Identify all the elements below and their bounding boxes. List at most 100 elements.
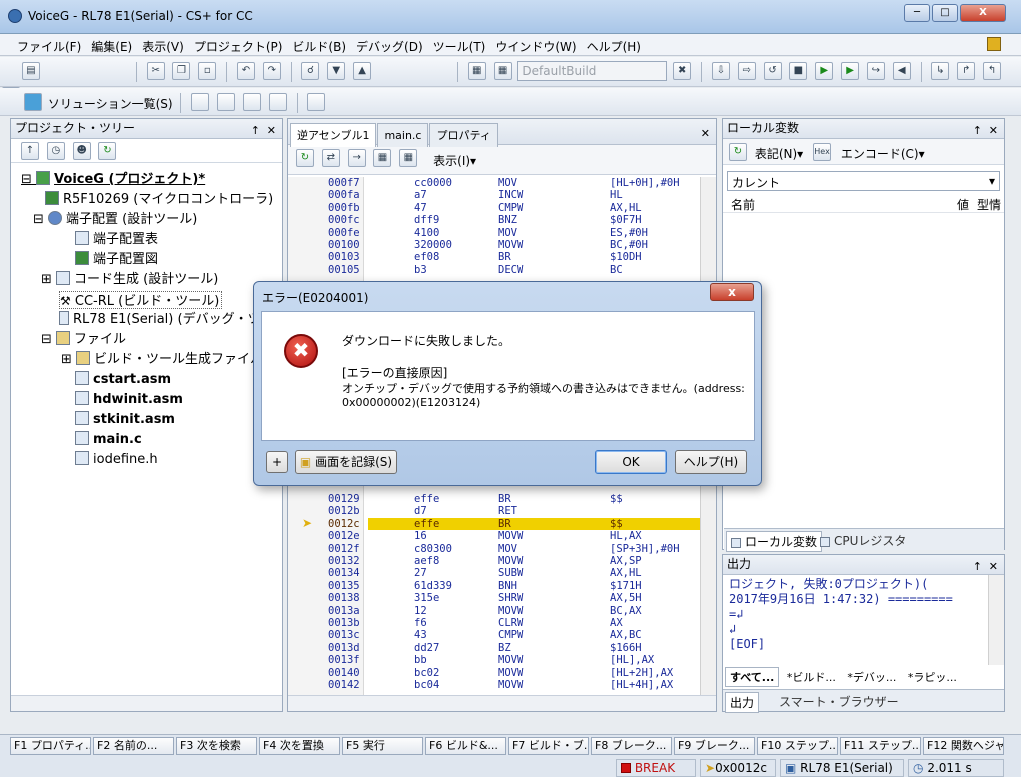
refresh-icon[interactable]: ↻ xyxy=(729,143,747,161)
asm-row[interactable]: 000fa a7 INCW HL xyxy=(288,189,700,201)
clock-icon[interactable]: ◷ xyxy=(46,142,65,160)
tab-output[interactable]: 出力 xyxy=(725,692,760,713)
tab-smart-browser[interactable]: スマート・ブラウザー xyxy=(775,692,903,711)
window3-icon[interactable] xyxy=(242,93,261,111)
menu-help[interactable]: ヘルプ(H) xyxy=(582,34,646,55)
sync-icon[interactable]: ⇄ xyxy=(321,149,340,167)
fkey-1[interactable]: F1 プロパティ... xyxy=(10,737,91,755)
asm-row[interactable]: 0013a 12 MOVW BC,AX xyxy=(288,605,700,617)
menu-debug[interactable]: デバッグ(D) xyxy=(351,34,428,55)
step-out-icon[interactable]: ↱ xyxy=(957,62,976,80)
tab-locals[interactable]: ローカル変数 xyxy=(726,531,823,552)
tree-file-stkinit[interactable]: stkinit.asm xyxy=(75,411,175,429)
tree-pin-diagram[interactable]: 端子配置図 xyxy=(75,251,158,269)
up-icon[interactable]: ↑ xyxy=(21,142,39,160)
tree-project[interactable]: ⊟ VoiceG (プロジェクト)* xyxy=(21,171,205,189)
fkey-4[interactable]: F4 次を置換 xyxy=(259,737,340,755)
tree-code-gen[interactable]: ⊞ コード生成 (設計ツール) xyxy=(41,271,218,289)
tree-file-cstart[interactable]: cstart.asm xyxy=(75,371,171,389)
cut-icon[interactable]: ✂ xyxy=(146,62,165,80)
asm-row[interactable]: 00100 320000 MOVW BC,#0H xyxy=(288,239,700,251)
asm-row[interactable]: 00129 effe BR $$ xyxy=(288,493,700,505)
solution-icon[interactable] xyxy=(24,93,42,111)
asm-row[interactable]: 00135 61d339 BNH $171H xyxy=(288,580,700,592)
step-back-icon[interactable]: ↰ xyxy=(983,62,1002,80)
asm-row[interactable]: 00103 ef08 BR $10DH xyxy=(288,251,700,263)
asm-row[interactable]: 00134 27 SUBW AX,HL xyxy=(288,567,700,579)
stop-icon[interactable]: ■ xyxy=(789,62,808,80)
asm-row[interactable]: 000fb 47 CMPW AX,HL xyxy=(288,202,700,214)
hex-icon[interactable]: Hex xyxy=(813,143,832,161)
close-icon[interactable]: ✕ xyxy=(989,557,998,576)
menu-window[interactable]: ウインドウ(W) xyxy=(490,34,581,55)
connect-icon[interactable]: ⇨ xyxy=(737,62,756,80)
expand-details-button[interactable]: + xyxy=(266,451,288,473)
tab-main-c[interactable]: main.c xyxy=(377,123,429,147)
menu-edit[interactable]: 編集(E) xyxy=(86,34,137,55)
horizontal-scrollbar[interactable] xyxy=(11,695,282,711)
build-config-select[interactable]: DefaultBuild xyxy=(517,61,668,81)
paste-icon[interactable]: ▫ xyxy=(198,62,217,80)
reset-icon[interactable]: ↺ xyxy=(763,62,782,80)
run-icon[interactable]: ▶ xyxy=(815,62,834,80)
fkey-10[interactable]: F10 ステップ... xyxy=(757,737,838,755)
tree-pin-table[interactable]: 端子配置表 xyxy=(75,231,158,249)
tab-debug[interactable]: *デバッ... xyxy=(843,668,900,686)
help-button[interactable]: ヘルプ(H) xyxy=(675,450,747,474)
tab-all[interactable]: すべて... xyxy=(725,667,780,687)
menu-project[interactable]: プロジェクト(P) xyxy=(189,34,288,55)
window-icon[interactable] xyxy=(191,93,210,111)
tree-debug-tool[interactable]: RL78 E1(Serial) (デバッグ・ツー xyxy=(59,311,274,329)
asm-row[interactable]: 000fc dff9 BNZ $0F7H xyxy=(288,214,700,226)
tree-file-main[interactable]: main.c xyxy=(75,431,142,449)
pin-icon[interactable]: ↑ xyxy=(973,121,982,140)
scope-select[interactable]: カレント ▾ xyxy=(727,171,1000,191)
replace-icon[interactable]: ▲ xyxy=(353,62,372,80)
tree-files[interactable]: ⊟ ファイル xyxy=(41,331,126,349)
tab-cpu-registers[interactable]: CPUレジスタ xyxy=(816,531,910,550)
refresh-icon[interactable]: ↻ xyxy=(296,149,314,167)
fkey-5[interactable]: F5 実行 xyxy=(342,737,423,755)
asm-row[interactable]: 0012f c80300 MOV [SP+3H],#0H xyxy=(288,543,700,555)
asm-row[interactable]: 0012c effe BR $$ xyxy=(328,517,700,530)
notation-menu[interactable]: 表記(N)▾ xyxy=(755,145,803,162)
horizontal-scrollbar[interactable] xyxy=(288,695,716,711)
fkey-2[interactable]: F2 名前の... xyxy=(93,737,174,755)
goto-icon[interactable]: → xyxy=(347,149,366,167)
fkey-6[interactable]: F6 ビルド&... xyxy=(425,737,506,755)
asm-row[interactable]: 00140 bc02 MOVW [HL+2H],AX xyxy=(288,667,700,679)
asm-row[interactable]: 000fe 4100 MOV ES,#0H xyxy=(288,227,700,239)
asm-row[interactable]: 00138 315e SHRW AX,5H xyxy=(288,592,700,604)
tab-build[interactable]: *ビルド... xyxy=(783,668,840,686)
tree-cc-rl[interactable]: ⚒ CC-RL (ビルド・ツール) xyxy=(59,291,223,309)
redo-icon[interactable]: ↷ xyxy=(262,62,281,80)
mix2-icon[interactable]: ▦ xyxy=(399,149,418,167)
download-icon[interactable]: ⇩ xyxy=(711,62,730,80)
menu-view[interactable]: 表示(V) xyxy=(137,34,189,55)
asm-row[interactable]: 0013c 43 CMPW AX,BC xyxy=(288,629,700,641)
person-icon[interactable]: ☻ xyxy=(72,142,91,160)
asm-row[interactable]: 0012e 16 MOVW HL,AX xyxy=(288,530,700,542)
asm-row[interactable]: 0013b f6 CLRW AX xyxy=(288,617,700,629)
pin-icon[interactable]: ↑ xyxy=(251,121,260,140)
close-window-button[interactable]: X xyxy=(960,4,1006,22)
fkey-9[interactable]: F9 ブレーク... xyxy=(674,737,755,755)
run-from-reset-icon[interactable]: ▶ xyxy=(841,62,860,80)
minimize-button[interactable]: ─ xyxy=(904,4,930,22)
asm-row[interactable]: 000f7 cc0000 MOV [HL+0H],#0H xyxy=(288,177,700,189)
fkey-7[interactable]: F7 ビルド・ブ... xyxy=(508,737,589,755)
asm-row[interactable]: 00132 aef8 MOVW AX,SP xyxy=(288,555,700,567)
mix-icon[interactable]: ▦ xyxy=(373,149,392,167)
window4-icon[interactable] xyxy=(268,93,287,111)
stack-icon[interactable]: ▤ xyxy=(22,62,40,80)
tree-file-iodefine[interactable]: iodefine.h xyxy=(75,451,158,469)
ok-button[interactable]: OK xyxy=(595,450,667,474)
vertical-scrollbar[interactable] xyxy=(988,575,1004,665)
dialog-close-button[interactable]: x xyxy=(710,283,754,301)
menu-build[interactable]: ビルド(B) xyxy=(287,34,351,55)
view-menu[interactable]: 表示(I)▾ xyxy=(433,152,476,169)
tab-disassembly[interactable]: 逆アセンブル1 xyxy=(290,123,377,147)
asm-row[interactable]: 0013d dd27 BZ $166H xyxy=(288,642,700,654)
fkey-3[interactable]: F3 次を検索 xyxy=(176,737,257,755)
tab-properties[interactable]: プロパティ xyxy=(429,123,498,147)
